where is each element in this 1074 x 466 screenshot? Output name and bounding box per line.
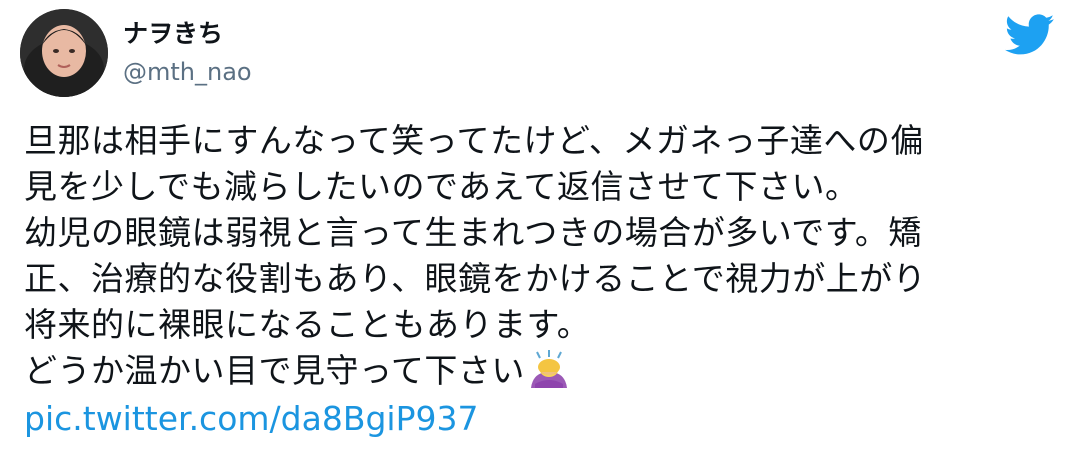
user-info: ナヲきち @mth_nao <box>123 18 252 87</box>
display-name[interactable]: ナヲきち <box>123 18 252 50</box>
tweet-text: 旦那は相手にすんなって笑ってたけど、メガネっ子達への偏 見を少しでも減らしたいの… <box>24 118 1064 442</box>
media-link[interactable]: pic.twitter.com/da8BgiP937 <box>24 396 478 442</box>
tweet-card: ナヲきち @mth_nao 旦那は相手にすんなって笑ってたけど、メガネっ子達への… <box>0 0 1074 466</box>
tweet-line: 見を少しでも減らしたいのであえて返信させて下さい。 <box>24 167 859 206</box>
tweet-line: 幼児の眼鏡は弱視と言って生まれつきの場合が多いです。矯 <box>24 213 922 252</box>
person-bowing-emoji <box>527 348 571 388</box>
tweet-line: どうか温かい目で見守って下さい <box>24 351 525 390</box>
tweet-line: 将来的に裸眼になることもあります。 <box>24 305 591 344</box>
tweet-line: 正、治療的な役割もあり、眼鏡をかけることで視力が上がり <box>24 259 927 298</box>
twitter-bird-icon[interactable] <box>1004 14 1055 56</box>
tweet-line: 旦那は相手にすんなって笑ってたけど、メガネっ子達への偏 <box>24 121 924 160</box>
avatar[interactable] <box>20 9 108 97</box>
user-handle[interactable]: @mth_nao <box>123 57 252 87</box>
tweet-last-line: どうか温かい目で見守って下さい <box>24 348 1064 394</box>
